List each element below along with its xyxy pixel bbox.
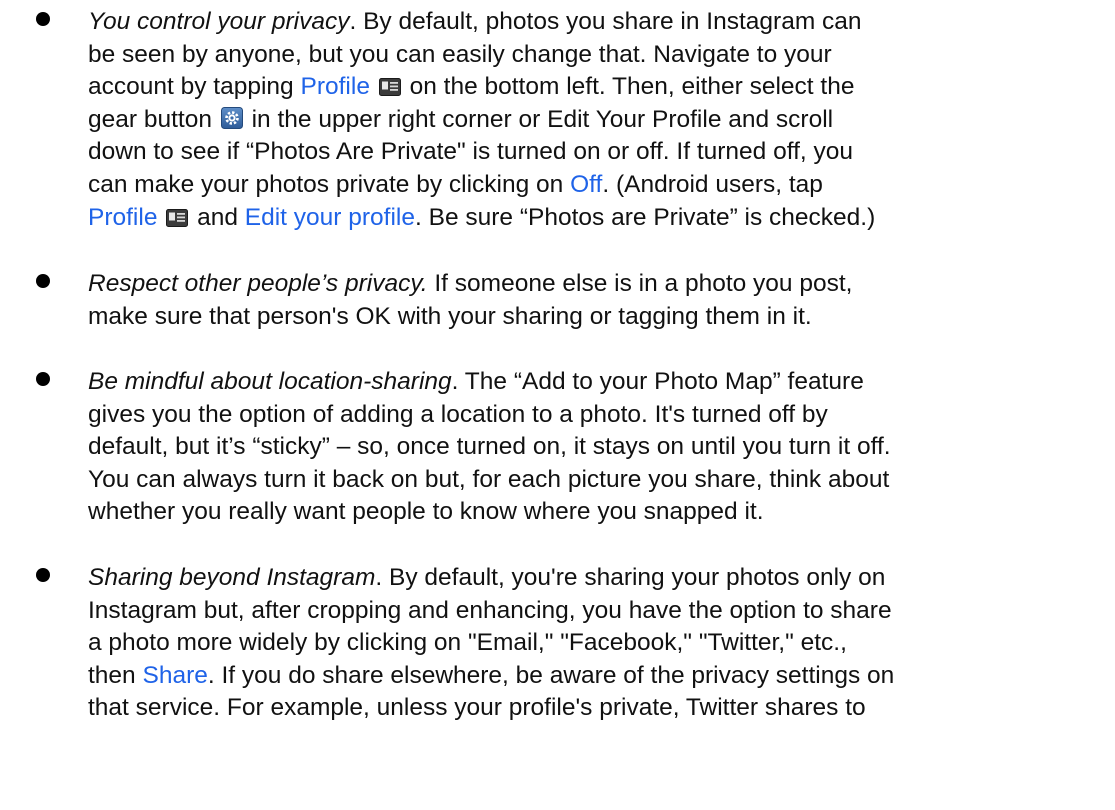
- text-line: You can always turn it back on but, for …: [88, 464, 1108, 497]
- text-run: whether you really want people to know w…: [88, 498, 764, 526]
- text-line: can make your photos private by clicking…: [88, 169, 1108, 202]
- bullet-dot: [36, 372, 50, 386]
- text-run: be seen by anyone, but you can easily ch…: [88, 40, 832, 68]
- text-run: then: [88, 661, 143, 689]
- text-line: down to see if “Photos Are Private" is t…: [88, 136, 1108, 169]
- bullet-dot: [36, 568, 50, 582]
- tip-heading: You control your privacy: [88, 8, 350, 35]
- profile-card-icon: [166, 208, 189, 227]
- text-run: Instagram but, after cropping and enhanc…: [88, 596, 892, 624]
- bullet-location-sharing: Be mindful about location-sharing. The “…: [0, 366, 1115, 532]
- text-line: make sure that person's OK with your sha…: [88, 301, 1108, 334]
- profile-card-icon: [378, 78, 401, 97]
- text-run: can make your photos private by clicking…: [88, 170, 571, 198]
- text-run: . By default, you're sharing your photos…: [375, 564, 886, 591]
- text-run: down to see if “Photos Are Private" is t…: [88, 138, 854, 166]
- bullet-text: Sharing beyond Instagram. By default, yo…: [88, 562, 1108, 725]
- bullet-dot: [36, 274, 50, 288]
- bullet-respect-privacy: Respect other people’s privacy. If someo…: [0, 268, 1115, 336]
- text-line: be seen by anyone, but you can easily ch…: [88, 39, 1108, 72]
- text-line: Instagram but, after cropping and enhanc…: [88, 595, 1108, 628]
- profile-link[interactable]: Profile: [301, 73, 370, 100]
- text-line: Respect other people’s privacy. If someo…: [88, 268, 1108, 301]
- text-run: on the bottom left. Then, either select …: [402, 73, 855, 101]
- text-run: . If you do share elsewhere, be aware of…: [207, 661, 895, 689]
- off-link[interactable]: Off: [570, 171, 602, 198]
- text-run: . The “Add to your Photo Map” feature: [451, 368, 864, 395]
- text-run: gives you the option of adding a locatio…: [88, 400, 828, 428]
- tip-heading: Be mindful about location-sharing: [88, 368, 452, 395]
- text-line: default, but it’s “sticky” – so, once tu…: [88, 431, 1108, 464]
- text-line: that service. For example, unless your p…: [88, 692, 1108, 725]
- bullet-text: Be mindful about location-sharing. The “…: [88, 366, 1108, 529]
- text-run: If someone else is in a photo you post,: [427, 270, 853, 297]
- text-run: that service. For example, unless your p…: [88, 694, 866, 722]
- text-run: a photo more widely by clicking on "Emai…: [88, 629, 847, 657]
- text-line: Profile and Edit your profile. Be sure “…: [88, 202, 1108, 235]
- profile-link-android[interactable]: Profile: [88, 204, 157, 231]
- text-run: . Be sure “Photos are Private” is checke…: [415, 203, 876, 231]
- text-run: . (Android users, tap: [602, 170, 823, 198]
- text-run: account by tapping: [88, 73, 301, 101]
- tip-heading: Respect other people’s privacy.: [88, 270, 428, 297]
- text-run: and: [190, 203, 245, 231]
- text-run: make sure that person's OK with your sha…: [88, 302, 812, 330]
- bullet-text: You control your privacy. By default, ph…: [88, 6, 1108, 234]
- text-run: You can always turn it back on but, for …: [88, 465, 890, 493]
- text-run: default, but it’s “sticky” – so, once tu…: [88, 433, 891, 461]
- text-line: gear button in the upper right corner or…: [88, 104, 1108, 137]
- document-page: You control your privacy. By default, ph…: [0, 0, 1115, 810]
- text-run: gear button: [88, 105, 219, 133]
- bullet-dot: [36, 12, 50, 26]
- text-run: in the upper right corner or Edit Your P…: [244, 105, 834, 133]
- tip-heading: Sharing beyond Instagram: [88, 564, 376, 591]
- share-link[interactable]: Share: [143, 662, 208, 689]
- bullet-sharing-beyond: Sharing beyond Instagram. By default, yo…: [0, 562, 1115, 728]
- text-line: gives you the option of adding a locatio…: [88, 399, 1108, 432]
- text-line: You control your privacy. By default, ph…: [88, 6, 1108, 39]
- text-line: Sharing beyond Instagram. By default, yo…: [88, 562, 1108, 595]
- bullet-control-privacy: You control your privacy. By default, ph…: [0, 6, 1115, 238]
- text-line: whether you really want people to know w…: [88, 496, 1108, 529]
- text-line: account by tapping Profile on the bottom…: [88, 71, 1108, 104]
- bullet-text: Respect other people’s privacy. If someo…: [88, 268, 1108, 333]
- text-line: then Share. If you do share elsewhere, b…: [88, 660, 1108, 693]
- gear-settings-icon: [220, 106, 243, 129]
- text-line: a photo more widely by clicking on "Emai…: [88, 627, 1108, 660]
- text-line: Be mindful about location-sharing. The “…: [88, 366, 1108, 399]
- text-run: . By default, photos you share in Instag…: [349, 8, 862, 35]
- edit-profile-link[interactable]: Edit your profile: [245, 204, 415, 231]
